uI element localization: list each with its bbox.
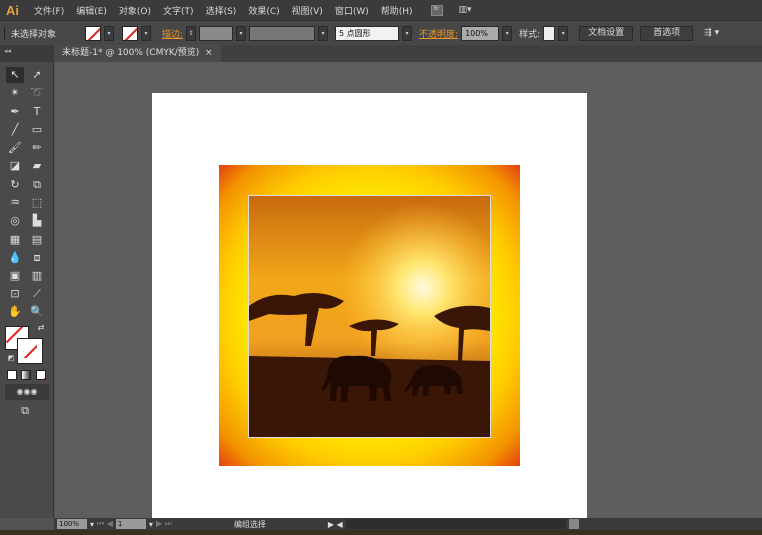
document-setup-button[interactable]: 文档设置: [579, 25, 634, 41]
status-bar: 100% ▾ ⏮ ◀ 1 ▾ ▶ ⏭ 编组选择 ▶ ◀: [54, 518, 762, 530]
page-dropdown[interactable]: ▾: [149, 520, 153, 529]
magic-wand-icon[interactable]: ✴: [6, 85, 24, 101]
os-taskbar: [0, 530, 762, 535]
hand-tool-icon[interactable]: ✋: [6, 304, 24, 320]
warp-tool-icon[interactable]: ♒: [6, 195, 24, 211]
paintbrush-icon[interactable]: 🖌: [6, 140, 24, 156]
panel-collapse-icon[interactable]: ◂◂: [0, 45, 54, 62]
scale-tool-icon[interactable]: ⧉: [28, 177, 46, 193]
direct-selection-tool-icon[interactable]: ➚: [28, 67, 46, 83]
tab-close-icon[interactable]: ×: [205, 48, 213, 58]
opacity-label[interactable]: 不透明度:: [419, 27, 458, 40]
next-page-icon[interactable]: ▶ ⏭: [156, 519, 172, 529]
menu-object[interactable]: 对象(O): [119, 4, 151, 17]
stroke-label[interactable]: 描边:: [162, 27, 183, 40]
control-bar: 未选择对象 ▾ ▾ 描边: ⇕ ▾ ▾ 5 点圆形 ▾ 不透明度: 100% ▾ 样…: [0, 20, 762, 45]
page-field[interactable]: 1: [115, 519, 146, 529]
pencil-icon[interactable]: ✏: [28, 140, 46, 156]
preferences-button[interactable]: 首选项: [640, 25, 694, 41]
eyedropper-icon[interactable]: 💧: [6, 250, 24, 266]
swap-colors-icon[interactable]: ⇄: [32, 320, 50, 336]
photo-image: [249, 196, 490, 437]
fill-swatch[interactable]: [85, 25, 101, 41]
style-dropdown[interactable]: ▾: [558, 25, 569, 41]
pen-tool-icon[interactable]: ✒: [6, 104, 24, 120]
shape-builder-icon[interactable]: ◎: [6, 213, 24, 229]
zoom-tool-icon[interactable]: 🔍: [28, 304, 46, 320]
canvas-area[interactable]: [55, 62, 762, 523]
menu-bar: Ai 文件(F) 编辑(E) 对象(O) 文字(T) 选择(S) 效果(C) 视…: [0, 0, 762, 20]
menu-window[interactable]: 窗口(W): [335, 4, 369, 17]
symbol-sprayer-icon[interactable]: ▣: [6, 268, 24, 284]
arrange-documents-icon[interactable]: ⇶ ▾: [704, 28, 719, 38]
current-tool-status: 编组选择: [233, 519, 266, 529]
line-tool-icon[interactable]: ╱: [6, 122, 24, 138]
gradient-tool-icon[interactable]: ▤: [28, 232, 46, 248]
stroke-color-swatch[interactable]: [17, 338, 43, 364]
app-logo: Ai: [6, 2, 19, 18]
menu-edit[interactable]: 编辑(E): [76, 4, 107, 17]
zoom-dropdown[interactable]: ▾: [90, 520, 94, 529]
rectangle-tool-icon[interactable]: ▭: [28, 122, 46, 138]
bridge-button[interactable]: Br: [430, 4, 443, 16]
workspace-switcher-icon[interactable]: ▥▾: [459, 5, 472, 15]
slice-tool-icon[interactable]: ⟋: [28, 286, 46, 302]
selection-status: 未选择对象: [4, 26, 72, 40]
zoom-field[interactable]: 100%: [57, 519, 87, 529]
style-swatch[interactable]: [543, 25, 556, 41]
screen-mode-icon[interactable]: ⧉: [16, 403, 34, 419]
drawing-modes-icon[interactable]: ◉◉◉: [5, 384, 49, 400]
gradient-frame[interactable]: [219, 165, 520, 466]
column-graph-icon[interactable]: ▥: [28, 268, 46, 284]
menu-type[interactable]: 文字(T): [163, 4, 194, 17]
first-page-icon[interactable]: ⏮ ◀: [97, 519, 113, 529]
type-tool-icon[interactable]: T: [28, 104, 46, 120]
status-menu-icon[interactable]: ▶ ◀: [328, 520, 343, 529]
style-label: 样式:: [519, 29, 541, 40]
menu-select[interactable]: 选择(S): [206, 4, 237, 17]
fill-dropdown[interactable]: ▾: [104, 25, 114, 41]
gradient-mode-icon[interactable]: [21, 370, 31, 380]
elephant-sunset-photo[interactable]: [248, 195, 491, 438]
profile-dropdown[interactable]: ▾: [318, 25, 329, 41]
none-mode-icon[interactable]: [36, 370, 46, 380]
brush-definition[interactable]: 5 点圆形: [335, 25, 400, 41]
stroke-dropdown[interactable]: ▾: [141, 25, 151, 41]
stroke-swatch[interactable]: [122, 25, 138, 41]
menu-effect[interactable]: 效果(C): [248, 4, 279, 17]
color-mode-icon[interactable]: [7, 370, 17, 380]
tab-document[interactable]: 未标题-1* @ 100% (CMYK/预览) ×: [54, 45, 221, 62]
artboard-tool-icon[interactable]: ⊡: [6, 286, 24, 302]
blob-brush-icon[interactable]: ◪: [6, 158, 24, 174]
opacity-dropdown[interactable]: ▾: [502, 25, 513, 41]
document-tabs: 未标题-1* @ 100% (CMYK/预览) ×: [54, 45, 762, 62]
rotate-tool-icon[interactable]: ↻: [6, 177, 24, 193]
tools-panel: ↖ ➚ ✴ ➰ ✒ T ╱ ▭ 🖌 ✏ ◪ ▰ ↻ ⧉ ♒ ⬚ ◎ ▙ ▦ ▤ …: [0, 62, 54, 518]
lasso-icon[interactable]: ➰: [28, 85, 46, 101]
default-colors-icon[interactable]: ◩: [2, 350, 20, 366]
selection-tool-icon[interactable]: ↖: [6, 67, 24, 83]
stroke-weight-field[interactable]: [199, 25, 234, 41]
stroke-weight-stepper[interactable]: ⇕: [186, 25, 197, 41]
horizontal-scrollbar[interactable]: [345, 519, 566, 529]
mesh-tool-icon[interactable]: ▦: [6, 232, 24, 248]
menu-help[interactable]: 帮助(H): [381, 4, 413, 17]
free-transform-icon[interactable]: ⬚: [28, 195, 46, 211]
menu-view[interactable]: 视图(V): [292, 4, 323, 17]
opacity-field[interactable]: 100%: [461, 25, 500, 41]
tab-title: 未标题-1* @ 100% (CMYK/预览): [62, 48, 200, 58]
stroke-weight-dropdown[interactable]: ▾: [236, 25, 247, 41]
eraser-icon[interactable]: ▰: [28, 158, 46, 174]
blend-tool-icon[interactable]: ⧈: [28, 250, 46, 266]
menu-file[interactable]: 文件(F): [34, 4, 64, 17]
scrollbar-thumb[interactable]: [568, 519, 579, 529]
variable-width-profile[interactable]: [249, 25, 316, 41]
brush-dropdown[interactable]: ▾: [402, 25, 413, 41]
perspective-grid-icon[interactable]: ▙: [28, 213, 46, 229]
artboard[interactable]: [152, 93, 587, 523]
